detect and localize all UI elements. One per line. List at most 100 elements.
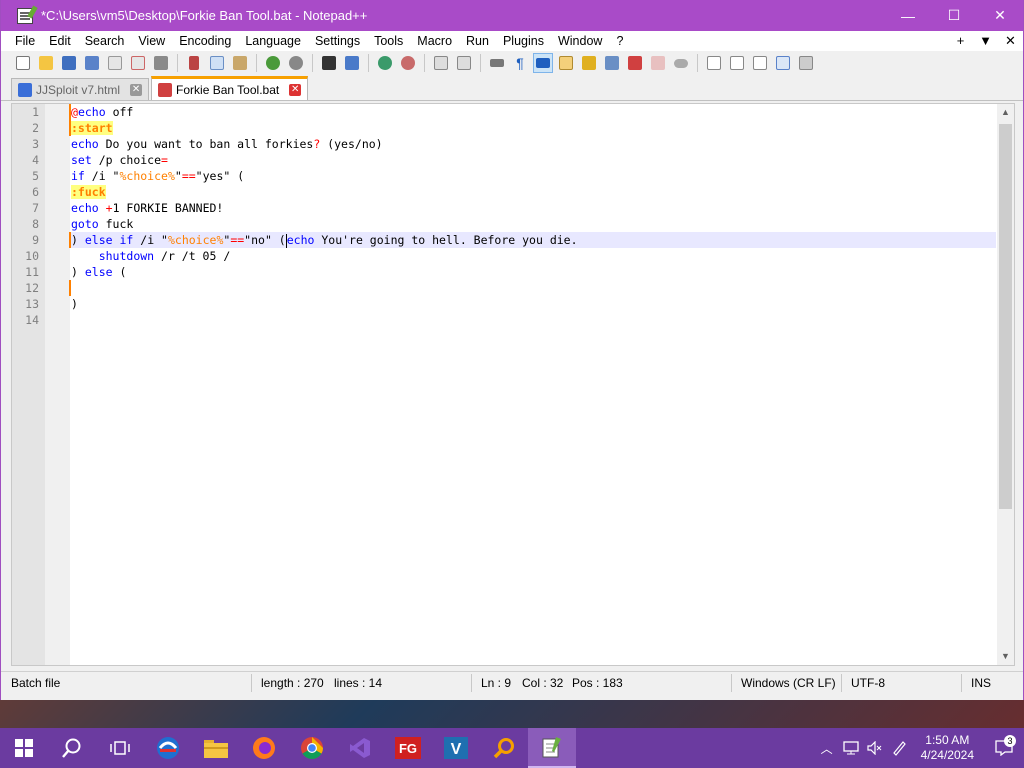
code-line[interactable]: @echo off [69,104,996,120]
run-macro-multiple-icon[interactable] [773,53,793,73]
code-line[interactable]: ) else ( [70,264,996,280]
menu-run[interactable]: Run [459,34,496,48]
tab-list-button[interactable]: ▼ [973,33,998,49]
title-bar[interactable]: *C:\Users\vm5\Desktop\Forkie Ban Tool.ba… [1,0,1023,31]
sync-horizontal-icon[interactable] [454,53,474,73]
menu-plugins[interactable]: Plugins [496,34,551,48]
code-line[interactable]: :start [69,120,996,136]
stop-record-icon[interactable] [727,53,747,73]
user-defined-language-icon[interactable] [556,53,576,73]
code-line[interactable]: if /i "%choice%"=="yes" ( [70,168,996,184]
menu-window[interactable]: Window [551,34,609,48]
close-file-icon[interactable] [105,53,125,73]
cut-icon[interactable] [184,53,204,73]
status-encoding[interactable]: UTF-8 [851,676,885,690]
function-list-icon[interactable] [602,53,622,73]
code-text-area[interactable]: @echo off:start echo Do you want to ban a… [69,104,996,665]
scroll-down-arrow-icon[interactable]: ▼ [997,648,1014,665]
volume-muted-icon[interactable] [863,741,887,755]
show-all-characters-icon[interactable]: ¶ [510,53,530,73]
word-wrap-icon[interactable] [487,53,507,73]
code-line[interactable]: :fuck [70,184,996,200]
print-icon[interactable] [151,53,171,73]
code-line[interactable] [70,312,996,328]
taskbar-v-app[interactable]: V [432,728,480,768]
show-hidden-icons-chevron-icon[interactable]: ︿ [815,740,839,757]
code-editor[interactable]: 1 2 3 4 5 6 7 8 9 10 11 12 13 14 @echo o… [11,103,1015,666]
close-all-icon[interactable] [128,53,148,73]
start-button[interactable] [0,728,48,768]
menu-view[interactable]: View [131,34,172,48]
redo-icon[interactable] [286,53,306,73]
tab-jjsploit[interactable]: JJSploit v7.html ✕ [11,78,150,100]
taskbar-search-button[interactable] [48,728,96,768]
taskbar-file-explorer[interactable] [192,728,240,768]
line-number: 5 [32,169,39,183]
taskbar-fg-app[interactable]: FG [384,728,432,768]
record-macro-icon[interactable] [704,53,724,73]
paste-icon[interactable] [230,53,250,73]
zoom-out-icon[interactable] [398,53,418,73]
save-icon[interactable] [59,53,79,73]
code-line[interactable]: ) [70,296,996,312]
taskbar-notepad-plus-plus[interactable] [528,728,576,768]
play-macro-icon[interactable] [750,53,770,73]
zoom-in-icon[interactable] [375,53,395,73]
sync-vertical-icon[interactable] [431,53,451,73]
scroll-up-arrow-icon[interactable]: ▲ [997,104,1014,121]
fold-margin[interactable] [45,104,70,665]
undo-icon[interactable] [263,53,283,73]
menu-tools[interactable]: Tools [367,34,410,48]
status-eol[interactable]: Windows (CR LF) [741,676,836,690]
network-icon[interactable] [839,741,863,755]
pen-icon[interactable] [887,740,911,756]
action-center-button[interactable]: 3 [984,735,1024,756]
scrollbar-thumb[interactable] [999,124,1012,509]
copy-icon[interactable] [207,53,227,73]
taskbar-clock[interactable]: 1:50 AM 4/24/2024 [911,733,984,763]
menu-settings[interactable]: Settings [308,34,367,48]
status-insert-mode[interactable]: INS [971,676,991,690]
code-line[interactable]: goto fuck [70,216,996,232]
menu-file[interactable]: File [1,34,42,48]
close-tab-icon[interactable]: ✕ [289,83,302,96]
new-tab-button[interactable]: + [948,33,973,49]
code-line[interactable]: echo Do you want to ban all forkies? (ye… [70,136,996,152]
task-view-button[interactable] [96,728,144,768]
minimize-button[interactable]: — [885,0,931,31]
open-file-icon[interactable] [36,53,56,73]
code-line[interactable]: ) else if /i "%choice%"=="no" (echo You'… [69,232,996,248]
replace-icon[interactable] [342,53,362,73]
eye-icon[interactable] [671,53,691,73]
taskbar-search-app[interactable] [480,728,528,768]
menu-help[interactable]: ? [609,34,630,48]
save-macro-icon[interactable] [796,53,816,73]
taskbar-edge[interactable] [144,728,192,768]
folder-as-workspace-icon[interactable] [625,53,645,73]
indent-guide-icon[interactable] [533,53,553,73]
close-document-button[interactable]: ✕ [998,33,1023,49]
save-all-icon[interactable] [82,53,102,73]
maximize-button[interactable]: ☐ [931,0,977,31]
menu-edit[interactable]: Edit [42,34,78,48]
find-icon[interactable] [319,53,339,73]
close-button[interactable]: ✕ [977,0,1023,31]
code-line[interactable]: echo +1 FORKIE BANNED! [70,200,996,216]
menu-search[interactable]: Search [78,34,132,48]
menu-language[interactable]: Language [238,34,308,48]
taskbar-chrome[interactable] [288,728,336,768]
monitoring-icon[interactable] [648,53,668,73]
code-line[interactable]: set /p choice= [70,152,996,168]
document-map-icon[interactable] [579,53,599,73]
close-tab-icon[interactable]: ✕ [130,83,143,96]
code-line[interactable]: shutdown /r /t 05 / [70,248,996,264]
taskbar-visual-studio[interactable] [336,728,384,768]
vertical-scrollbar[interactable]: ▲ ▼ [997,104,1014,665]
menu-macro[interactable]: Macro [410,34,459,48]
menu-encoding[interactable]: Encoding [172,34,238,48]
tab-forkie-ban-tool[interactable]: Forkie Ban Tool.bat ✕ [151,76,309,100]
taskbar-firefox[interactable] [240,728,288,768]
code-token: ) [71,265,85,279]
code-line[interactable] [69,280,996,296]
new-file-icon[interactable] [13,53,33,73]
